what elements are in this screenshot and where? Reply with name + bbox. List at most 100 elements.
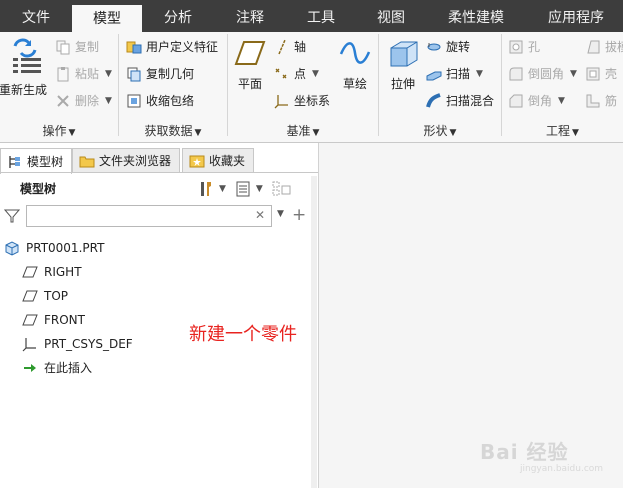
delete-button[interactable]: 删除 ▼ bbox=[55, 90, 112, 112]
sketch-button[interactable]: 草绘 bbox=[336, 38, 374, 92]
udf-icon bbox=[126, 41, 142, 54]
panel-scrollbar[interactable] bbox=[311, 176, 317, 488]
chamfer-button[interactable]: 倒角 ▼ bbox=[508, 90, 565, 112]
tree-item-right[interactable]: RIGHT bbox=[22, 262, 82, 282]
engineering-label-text: 工程 bbox=[546, 124, 571, 138]
tab-analysis[interactable]: 分析 bbox=[142, 0, 214, 32]
point-label: 点 bbox=[294, 67, 307, 81]
tab-favorites[interactable]: 收藏夹 bbox=[182, 148, 254, 172]
chevron-down-icon[interactable]: ▼ bbox=[277, 209, 284, 219]
shapes-group-label[interactable]: 形状 ▼ bbox=[379, 122, 501, 140]
folder-icon bbox=[79, 156, 95, 167]
tab-applications[interactable]: 应用程序 bbox=[526, 0, 623, 32]
get-data-group-label[interactable]: 获取数据 ▼ bbox=[119, 122, 227, 140]
tree-item-front[interactable]: FRONT bbox=[22, 310, 85, 330]
axis-button[interactable]: 轴 bbox=[274, 36, 306, 58]
rib-label: 筋 bbox=[605, 94, 618, 108]
divider bbox=[118, 34, 119, 136]
draft-button[interactable]: 拔模 bbox=[585, 36, 623, 58]
swept-blend-label: 扫描混合 bbox=[446, 94, 495, 108]
chevron-down-icon: ▼ bbox=[312, 69, 319, 79]
chevron-down-icon: ▼ bbox=[572, 128, 579, 138]
shrinkwrap-button[interactable]: 收缩包络 bbox=[126, 90, 194, 112]
watermark-url: jingyan.baidu.com bbox=[520, 464, 604, 474]
round-icon bbox=[509, 67, 523, 81]
tab-folder-browser-label: 文件夹浏览器 bbox=[99, 154, 172, 168]
tab-model[interactable]: 模型 bbox=[72, 5, 142, 32]
operations-label-text: 操作 bbox=[42, 124, 67, 138]
datum-plane-icon bbox=[22, 266, 38, 278]
rib-button[interactable]: 筋 bbox=[585, 90, 617, 112]
udf-button[interactable]: 用户定义特征 bbox=[126, 36, 218, 58]
tab-file[interactable]: 文件 bbox=[0, 0, 72, 32]
paste-icon bbox=[57, 67, 69, 82]
csys-button[interactable]: 坐标系 bbox=[274, 90, 330, 112]
regenerate-label: 重新生成 bbox=[0, 83, 47, 97]
hole-icon bbox=[509, 40, 523, 54]
watermark-logo: Bai 经验 bbox=[480, 440, 569, 464]
get-data-label-text: 获取数据 bbox=[144, 124, 193, 138]
tree-item-insert-here[interactable]: 在此插入 bbox=[22, 358, 92, 378]
sweep-icon bbox=[426, 71, 442, 81]
draft-icon bbox=[587, 40, 600, 54]
extrude-button[interactable]: 拉伸 bbox=[384, 38, 422, 92]
tree-item-top[interactable]: TOP bbox=[22, 286, 68, 306]
datum-plane-icon bbox=[22, 290, 38, 302]
point-button[interactable]: 点 ▼ bbox=[274, 63, 319, 85]
round-button[interactable]: 倒圆角 ▼ bbox=[508, 63, 577, 85]
round-label: 倒圆角 bbox=[528, 67, 565, 81]
tab-flexible-modeling[interactable]: 柔性建模 bbox=[426, 0, 526, 32]
annotation-text: 新建一个零件 bbox=[189, 324, 297, 345]
tab-favorites-label: 收藏夹 bbox=[209, 154, 246, 168]
shell-icon bbox=[586, 67, 600, 81]
tree-item-label: RIGHT bbox=[44, 265, 82, 279]
tree-item-csys[interactable]: PRT_CSYS_DEF bbox=[22, 334, 133, 354]
tab-annotate[interactable]: 注释 bbox=[214, 0, 286, 32]
tree-filter-input[interactable] bbox=[26, 205, 272, 227]
copy-geometry-button[interactable]: 复制几何 bbox=[126, 63, 194, 85]
show-icon[interactable] bbox=[235, 180, 251, 198]
copy-icon bbox=[56, 40, 70, 55]
copy-button[interactable]: 复制 bbox=[55, 36, 99, 58]
extrude-icon bbox=[390, 41, 418, 67]
chevron-down-icon[interactable]: ▼ bbox=[256, 184, 263, 194]
plane-button[interactable]: 平面 bbox=[232, 38, 268, 92]
add-icon[interactable]: + bbox=[292, 205, 306, 225]
tree-item-label: FRONT bbox=[44, 313, 85, 327]
divider bbox=[378, 34, 379, 136]
datum-point-icon bbox=[275, 68, 287, 79]
datum-plane-icon bbox=[234, 41, 266, 65]
shell-button[interactable]: 壳 bbox=[585, 63, 617, 85]
csys-icon bbox=[274, 95, 288, 109]
regenerate-button[interactable]: 重新生成 bbox=[0, 36, 50, 98]
tree-item-part[interactable]: PRT0001.PRT bbox=[4, 238, 104, 258]
datum-group-label[interactable]: 基准 ▼ bbox=[228, 122, 378, 140]
chevron-down-icon[interactable]: ▼ bbox=[219, 184, 226, 194]
swept-blend-button[interactable]: 扫描混合 bbox=[426, 90, 494, 112]
tree-toolbar: ▼ ▼ bbox=[198, 180, 292, 198]
shell-label: 壳 bbox=[605, 67, 618, 81]
filter-icon bbox=[4, 209, 20, 223]
operations-group-label[interactable]: 操作 ▼ bbox=[0, 122, 118, 140]
datum-plane-icon bbox=[22, 314, 38, 326]
clear-icon[interactable]: ✕ bbox=[255, 208, 265, 222]
chevron-down-icon: ▼ bbox=[570, 69, 577, 79]
shrinkwrap-icon bbox=[127, 94, 141, 108]
tab-model-tree[interactable]: 模型树 bbox=[0, 148, 72, 174]
tab-tools[interactable]: 工具 bbox=[286, 0, 356, 32]
tree-columns-icon[interactable] bbox=[272, 180, 292, 198]
engineering-group-label[interactable]: 工程 ▼ bbox=[502, 122, 623, 140]
hole-button[interactable]: 孔 bbox=[508, 36, 540, 58]
model-tree-title: 模型树 bbox=[20, 182, 57, 196]
graphics-window[interactable] bbox=[318, 143, 623, 488]
axis-label: 轴 bbox=[294, 40, 307, 54]
sweep-button[interactable]: 扫描 ▼ bbox=[426, 63, 483, 85]
revolve-button[interactable]: 旋转 bbox=[426, 36, 470, 58]
chevron-down-icon: ▼ bbox=[68, 128, 76, 138]
tab-folder-browser[interactable]: 文件夹浏览器 bbox=[72, 148, 180, 172]
paste-button[interactable]: 粘贴 ▼ bbox=[55, 63, 112, 85]
copy-label: 复制 bbox=[75, 40, 100, 54]
tab-view[interactable]: 视图 bbox=[356, 0, 426, 32]
revolve-icon bbox=[427, 43, 441, 51]
tree-settings-icon[interactable] bbox=[198, 180, 214, 198]
